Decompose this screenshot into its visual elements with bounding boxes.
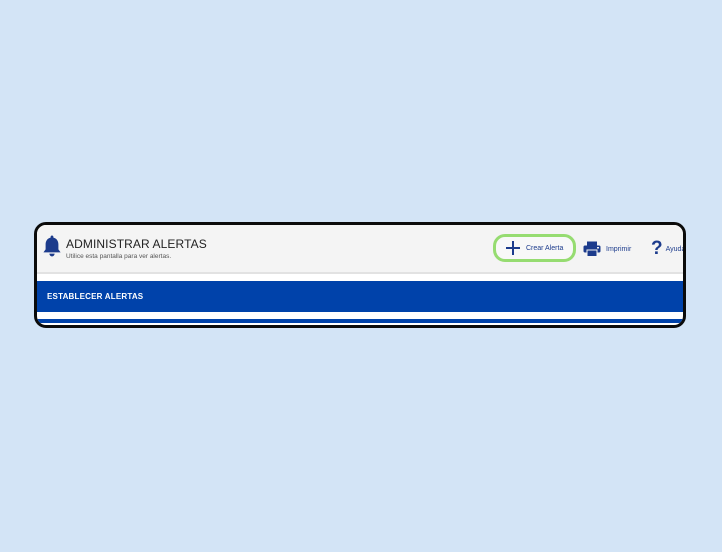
section-divider	[37, 319, 683, 323]
toolbar: Crear Alerta Imprimir ? Ayuda	[37, 225, 683, 272]
help-button[interactable]: ? Ayuda	[651, 237, 686, 261]
section-title: ESTABLECER ALERTAS	[47, 292, 144, 301]
create-alert-button[interactable]: Crear Alerta	[493, 234, 576, 262]
help-icon: ?	[651, 238, 663, 259]
print-label: Imprimir	[606, 245, 632, 253]
section-header-bar: ESTABLECER ALERTAS	[37, 281, 683, 312]
alerts-window: ADMINISTRAR ALERTAS Utilice esta pantall…	[34, 222, 686, 328]
page-header: ADMINISTRAR ALERTAS Utilice esta pantall…	[37, 225, 683, 274]
print-button[interactable]: Imprimir	[583, 238, 631, 260]
create-alert-label: Crear Alerta	[526, 244, 564, 252]
plus-icon	[506, 241, 520, 255]
help-label: Ayuda	[665, 245, 686, 253]
printer-icon	[583, 241, 601, 257]
